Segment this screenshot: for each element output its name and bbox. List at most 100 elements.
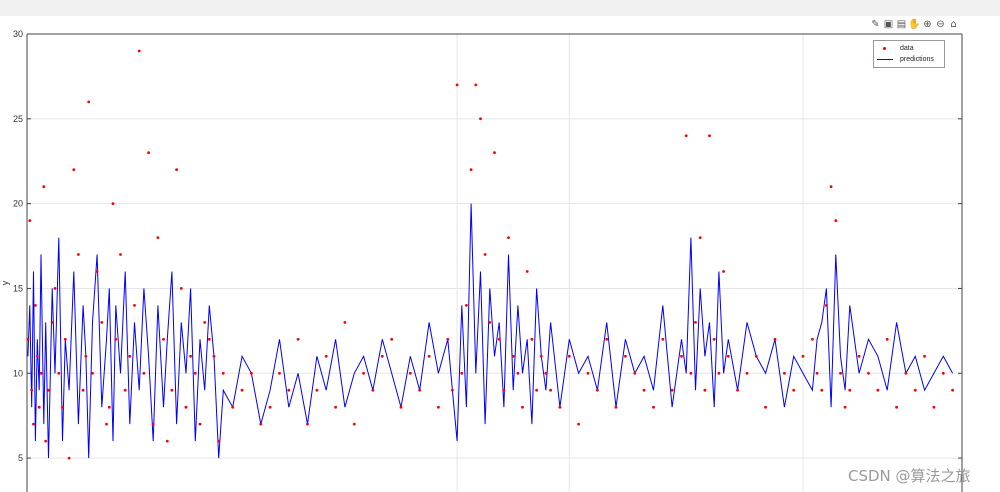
data-point bbox=[207, 337, 211, 341]
figure-window: ✎ ▣ ▤ ✋ ⊕ ⊖ ⌂ 5 10 15 20 25 30 y data predicti… bbox=[0, 0, 1000, 492]
data-point bbox=[399, 405, 403, 409]
data-point bbox=[624, 354, 627, 358]
data-point bbox=[825, 304, 828, 307]
data-point bbox=[633, 371, 637, 375]
data-point bbox=[343, 321, 347, 324]
data-point bbox=[764, 405, 767, 409]
watermark: CSDN @算法之旅 bbox=[848, 467, 971, 485]
data-point bbox=[680, 354, 683, 358]
data-point bbox=[175, 168, 179, 172]
data-point bbox=[128, 354, 132, 358]
data-point bbox=[932, 405, 936, 409]
data-point bbox=[142, 371, 146, 375]
data-point bbox=[179, 287, 183, 290]
data-point bbox=[811, 337, 814, 341]
data-point bbox=[324, 354, 328, 358]
data-point bbox=[745, 371, 749, 375]
data-point bbox=[427, 354, 431, 358]
data-point bbox=[123, 388, 127, 392]
data-point bbox=[605, 337, 609, 341]
data-point bbox=[156, 236, 160, 240]
legend-dot-icon bbox=[874, 43, 896, 54]
y-tick-label-0: 5 bbox=[18, 453, 23, 463]
data-point bbox=[829, 185, 833, 189]
data-point bbox=[231, 405, 235, 409]
data-point bbox=[278, 371, 281, 375]
data-point bbox=[162, 337, 165, 341]
data-point bbox=[544, 371, 548, 375]
data-point bbox=[539, 354, 543, 358]
data-point bbox=[483, 253, 487, 256]
data-point bbox=[105, 422, 108, 426]
data-point bbox=[133, 304, 136, 307]
data-point bbox=[708, 134, 711, 138]
data-point bbox=[28, 219, 32, 223]
data-point bbox=[465, 304, 468, 307]
data-point bbox=[42, 185, 46, 189]
y-axis-label: y bbox=[0, 280, 10, 285]
data-point bbox=[951, 388, 954, 392]
data-point bbox=[334, 405, 337, 409]
data-point bbox=[479, 117, 482, 121]
data-point bbox=[783, 371, 786, 375]
y-tick-label-5: 30 bbox=[13, 29, 23, 39]
data-point bbox=[221, 371, 225, 375]
data-point bbox=[773, 337, 777, 341]
data-point bbox=[913, 388, 917, 392]
data-point bbox=[446, 337, 450, 341]
axes-background bbox=[27, 34, 962, 492]
data-point bbox=[661, 337, 665, 341]
data-point bbox=[493, 151, 496, 155]
data-point bbox=[50, 321, 54, 324]
data-point bbox=[165, 439, 169, 443]
data-point bbox=[596, 388, 599, 392]
data-point bbox=[558, 405, 562, 409]
data-point bbox=[549, 388, 552, 392]
data-point bbox=[530, 337, 534, 341]
data-point bbox=[525, 270, 529, 273]
data-point bbox=[296, 337, 300, 341]
data-point bbox=[35, 354, 39, 358]
data-point bbox=[193, 371, 197, 375]
data-point bbox=[240, 388, 244, 392]
y-tick-label-1: 10 bbox=[13, 368, 23, 378]
data-point bbox=[137, 49, 141, 53]
data-point bbox=[843, 405, 847, 409]
data-point bbox=[792, 388, 796, 392]
data-point bbox=[726, 354, 730, 358]
data-point bbox=[315, 388, 319, 392]
data-point bbox=[380, 354, 384, 358]
data-point bbox=[941, 371, 945, 375]
data-point bbox=[198, 422, 202, 426]
data-point bbox=[34, 304, 37, 307]
data-point bbox=[717, 371, 721, 375]
data-point bbox=[694, 321, 697, 324]
data-point bbox=[111, 202, 115, 206]
data-point bbox=[437, 405, 440, 409]
data-point bbox=[212, 354, 216, 358]
data-point bbox=[371, 388, 375, 392]
data-point bbox=[408, 371, 412, 375]
data-point bbox=[521, 405, 524, 409]
data-point bbox=[684, 134, 688, 138]
data-point bbox=[820, 388, 824, 392]
data-point bbox=[652, 405, 655, 409]
data-point bbox=[502, 388, 506, 392]
data-point bbox=[670, 388, 674, 392]
data-point bbox=[189, 354, 193, 358]
data-point bbox=[689, 371, 693, 375]
data-point bbox=[567, 354, 571, 358]
legend-item-predictions: predictions bbox=[874, 54, 934, 65]
data-point bbox=[217, 439, 221, 443]
data-point bbox=[259, 422, 263, 426]
legend[interactable]: data predictions bbox=[873, 40, 945, 68]
data-point bbox=[147, 151, 151, 155]
data-point bbox=[61, 405, 64, 409]
data-point bbox=[703, 388, 707, 392]
data-point bbox=[698, 236, 702, 240]
data-point bbox=[30, 388, 34, 392]
data-point bbox=[287, 388, 291, 392]
data-point bbox=[497, 337, 501, 341]
data-point bbox=[63, 337, 67, 341]
data-point bbox=[895, 405, 898, 409]
